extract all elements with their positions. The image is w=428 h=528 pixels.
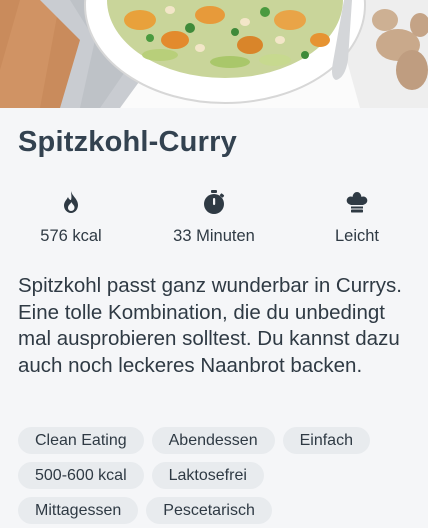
recipe-description: Spitzkohl passt ganz wunderbar in Currys… (18, 274, 402, 377)
recipe-tags: Clean Eating Abendessen Einfach 500-600 … (18, 427, 418, 528)
tag-chip[interactable]: Abendessen (151, 427, 275, 454)
tag-chip[interactable]: Clean Eating (18, 427, 144, 454)
stat-difficulty: Leicht (287, 188, 427, 246)
tag-chip[interactable]: 500-600 kcal (18, 462, 144, 489)
recipe-hero-image (0, 0, 428, 108)
tag-chip[interactable]: Laktosefrei (151, 462, 264, 489)
tag-chip[interactable]: Pescetarisch (146, 497, 272, 524)
tag-chip[interactable]: Einfach (282, 427, 370, 454)
stat-duration: 33 Minuten (144, 188, 284, 246)
stopwatch-icon (144, 188, 284, 216)
recipe-stats: 576 kcal 33 Minuten Leicht (0, 188, 428, 248)
tag-row: Clean Eating Abendessen Einfach (18, 427, 418, 454)
stat-calories-label: 576 kcal (40, 227, 102, 245)
tag-row: 500-600 kcal Laktosefrei (18, 462, 418, 489)
tag-row: Mittagessen Pescetarisch (18, 497, 418, 524)
tag-chip[interactable]: Mittagessen (18, 497, 139, 524)
chef-hat-icon (287, 188, 427, 216)
recipe-title: Spitzkohl-Curry (18, 126, 237, 158)
stat-difficulty-label: Leicht (334, 227, 380, 245)
flame-icon (1, 188, 141, 216)
stat-duration-label: 33 Minuten (173, 227, 255, 245)
stat-calories: 576 kcal (1, 188, 141, 246)
